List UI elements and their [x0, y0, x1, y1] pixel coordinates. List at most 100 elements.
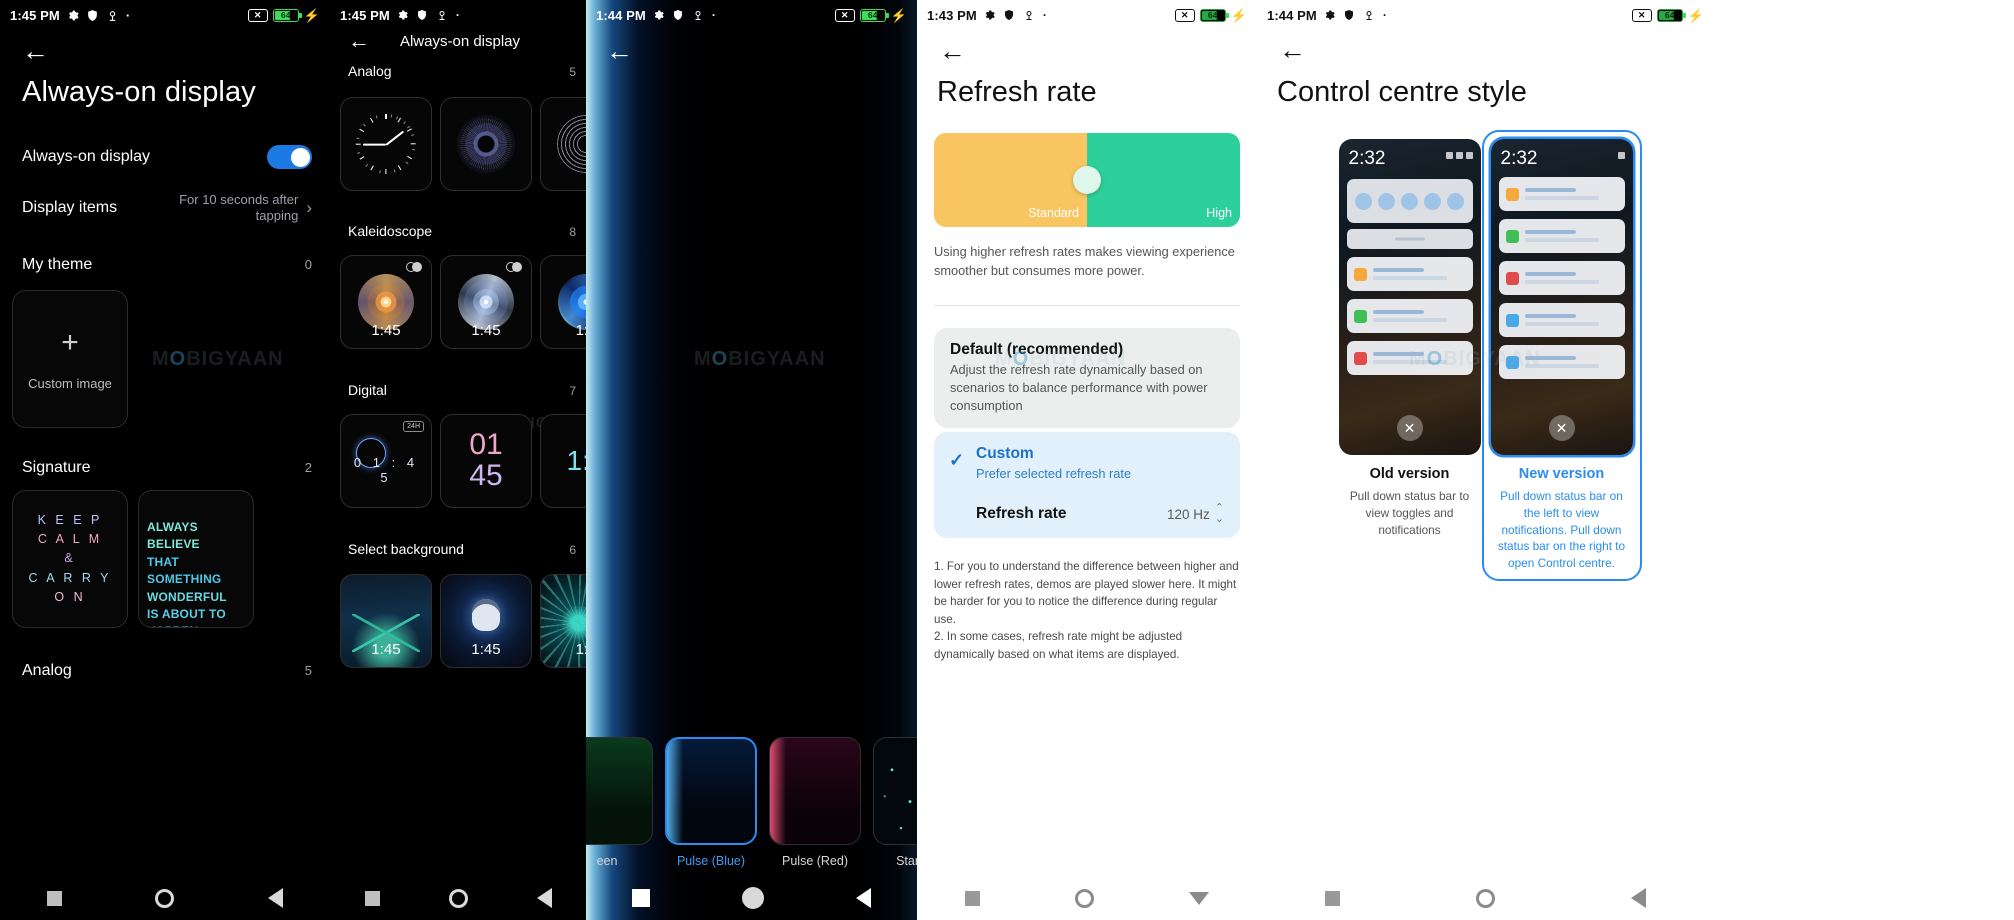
back-button[interactable]: ←	[939, 38, 966, 65]
back-nav-button[interactable]	[1189, 891, 1210, 905]
thumb-time: 1:4	[566, 445, 586, 476]
row-label: Always-on display	[22, 148, 151, 165]
app-bar: ← Always-on display	[330, 26, 586, 56]
option-description: Pull down status bar on the left to view…	[1497, 489, 1626, 570]
back-nav-button[interactable]	[1631, 888, 1646, 908]
option-custom[interactable]: ✓ Custom Prefer selected refresh rate Re…	[934, 432, 1240, 539]
digital-style-moon[interactable]: 24H 0 1 : 4 5	[340, 414, 432, 508]
analog-style-clock[interactable]	[340, 97, 432, 191]
gear-icon	[396, 9, 409, 22]
signature-card-always-believe[interactable]: ALWAYS BELIEVE THAT SOMETHING WONDERFUL …	[138, 490, 254, 628]
notification-item	[1498, 303, 1625, 337]
plus-icon: +	[61, 325, 79, 359]
background-style-mountain[interactable]: 1:45	[340, 574, 432, 668]
status-bar: 1:45 PM · ✕ 64 ⚡	[0, 0, 330, 30]
home-button[interactable]	[1074, 888, 1094, 908]
shield-icon	[86, 9, 99, 22]
gear-icon	[66, 9, 79, 22]
row-display-items[interactable]: Display items For 10 seconds after tappi…	[22, 192, 312, 225]
rings-pattern-icon	[557, 115, 586, 173]
quick-toggle-tiles	[1346, 179, 1473, 223]
slider-standard-half: Standard	[934, 133, 1087, 227]
location-icon	[1023, 9, 1036, 22]
back-button[interactable]: ←	[606, 38, 633, 65]
charging-bolt-icon: ⚡	[303, 7, 320, 23]
digital-style-stacked[interactable]: 01 45	[440, 414, 532, 508]
option-default[interactable]: Default (recommended) Adjust the refresh…	[934, 328, 1240, 429]
navigation-bar	[1257, 876, 1714, 920]
dots-pattern-icon	[457, 115, 515, 173]
section-label: Analog	[22, 662, 72, 679]
home-button[interactable]	[155, 888, 175, 908]
battery-level: 64	[1664, 9, 1675, 20]
digital-style-thin[interactable]: 1:4	[540, 414, 586, 508]
preview-clock: 2:32	[1500, 148, 1538, 169]
home-button[interactable]	[448, 888, 468, 908]
recents-button[interactable]	[964, 890, 980, 906]
background-style-astronaut[interactable]: 1:45	[440, 574, 532, 668]
background-style-teal[interactable]: 1:4	[540, 574, 586, 668]
swatch-starlight	[873, 737, 917, 845]
background-option-pulse-red[interactable]: Pulse (Red)	[769, 737, 861, 868]
section-label: Select background	[348, 541, 464, 557]
no-sim-icon: ✕	[1174, 8, 1195, 22]
app-icon	[1505, 271, 1519, 285]
clear-all-icon[interactable]: ✕	[1396, 415, 1423, 441]
refresh-rate-demo-slider[interactable]: Standard High	[934, 133, 1240, 227]
back-button[interactable]: ←	[348, 30, 370, 52]
option-description: Pull down status bar to view toggles and…	[1349, 489, 1470, 537]
recents-button[interactable]	[46, 890, 62, 906]
home-button[interactable]	[742, 887, 764, 909]
background-option-label: Starlight	[896, 854, 917, 868]
refresh-rate-description: Using higher refresh rates makes viewing…	[934, 244, 1235, 278]
always-on-display-toggle[interactable]	[267, 145, 312, 169]
control-centre-options: 2:32 ✕ Old version Pull down status bar …	[1257, 130, 1714, 581]
navigation-bar	[330, 876, 586, 920]
panel-control-centre-style: 1:44 PM · ✕ 64 ⚡ ← Control centre style …	[1257, 0, 1714, 920]
navigation-bar	[0, 876, 330, 920]
slider-knob[interactable]	[1073, 166, 1101, 194]
section-count: 5	[304, 663, 312, 678]
slider-high-half: High	[1087, 133, 1240, 227]
notification-item	[1498, 219, 1625, 253]
clear-all-icon[interactable]: ✕	[1548, 415, 1575, 441]
section-select-background: Select background 6	[348, 541, 576, 557]
status-clock: 1:43 PM	[927, 7, 977, 23]
page-title: Always-on display	[22, 76, 256, 108]
row-always-on-display[interactable]: Always-on display	[22, 145, 312, 169]
kaleidoscope-style-2[interactable]: 1:45	[440, 255, 532, 349]
custom-image-card[interactable]: + Custom image	[12, 290, 128, 428]
home-button[interactable]	[1476, 888, 1495, 908]
analog-style-dots[interactable]	[440, 97, 532, 191]
background-option-pulse-blue[interactable]: Pulse (Blue)	[665, 737, 757, 868]
kaleidoscope-style-3[interactable]: 1:4	[540, 255, 586, 349]
analog-style-rings[interactable]	[540, 97, 586, 191]
status-bar: 1:43 PM · ✕ 64 ⚡	[917, 0, 1257, 30]
app-icon	[1505, 313, 1519, 327]
status-clock: 1:45 PM	[340, 7, 390, 23]
thumb-time: 0 1 : 4 5	[353, 455, 419, 485]
recents-button[interactable]	[1325, 890, 1340, 906]
refresh-rate-row-label: Refresh rate	[976, 505, 1067, 523]
option-old-version[interactable]: 2:32 ✕ Old version Pull down status bar …	[1338, 139, 1481, 572]
back-nav-button[interactable]	[856, 888, 871, 908]
background-option-green[interactable]: een	[586, 737, 653, 868]
option-new-version[interactable]: 2:32 ✕ New version Pull down status bar …	[1481, 130, 1642, 581]
back-nav-button[interactable]	[536, 888, 552, 908]
option-name: New version	[1518, 466, 1605, 482]
old-version-preview: 2:32 ✕	[1338, 139, 1481, 455]
recents-button[interactable]	[364, 890, 380, 906]
signature-card-keep-calm[interactable]: K E E P C A L M & C A R R Y O N	[12, 490, 128, 628]
stepper-updown-icon[interactable]: ⌃ ⌄	[1215, 503, 1224, 525]
panel-aod-style-picker: 1:45 PM · ← Always-on display Analog 5 K…	[330, 0, 586, 920]
section-kaleidoscope: Kaleidoscope 8	[348, 223, 576, 239]
refresh-rate-value-row[interactable]: Refresh rate 120 Hz ⌃ ⌄	[976, 503, 1224, 525]
back-button[interactable]: ←	[1279, 37, 1306, 64]
background-option-starlight[interactable]: Starlight	[873, 737, 917, 868]
dot-icon: ·	[125, 7, 131, 23]
recents-button[interactable]	[632, 889, 650, 907]
slider-high-label: High	[1206, 206, 1232, 220]
kaleidoscope-style-1[interactable]: 1:45	[340, 255, 432, 349]
back-button[interactable]: ←	[22, 38, 49, 65]
back-nav-button[interactable]	[268, 888, 284, 908]
